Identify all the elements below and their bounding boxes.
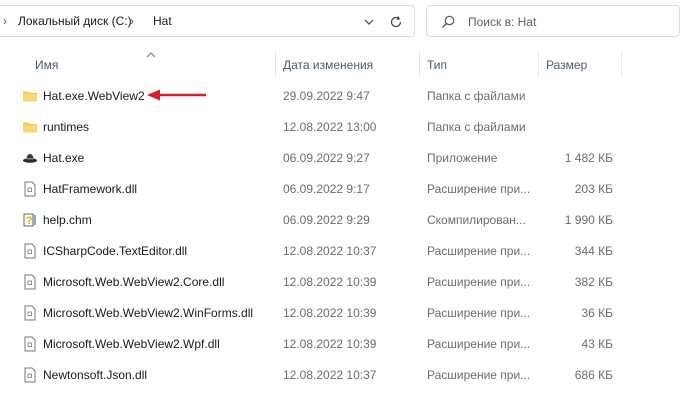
folder-icon [22, 119, 38, 135]
breadcrumb-local-disk[interactable]: Локальный диск (C:) [18, 14, 132, 28]
dll-file-icon [22, 305, 38, 321]
annotation-arrow-icon [146, 88, 208, 102]
file-date: 06.09.2022 9:29 [283, 213, 370, 227]
file-name: ICSharpCode.TextEditor.dll [43, 244, 188, 258]
table-row[interactable]: Microsoft.Web.WebView2.Wpf.dll 12.08.202… [0, 329, 680, 360]
table-row[interactable]: Hat.exe.WebView2 29.09.2022 9:47 Папка с… [0, 81, 680, 112]
file-date: 12.08.2022 10:37 [283, 244, 377, 258]
file-type: Расширение при... [427, 337, 531, 351]
breadcrumb-separator-icon[interactable]: › [3, 14, 7, 28]
file-date: 12.08.2022 10:39 [283, 337, 377, 351]
file-name: Microsoft.Web.WebView2.Core.dll [43, 275, 225, 289]
file-type: Расширение при... [427, 368, 531, 382]
file-name: HatFramework.dll [43, 182, 138, 196]
file-name: Hat.exe [43, 151, 85, 165]
file-name: runtimes [43, 120, 90, 134]
dll-file-icon [22, 243, 38, 259]
column-header-type[interactable]: Тип [427, 58, 447, 72]
file-size: 1 482 КБ [564, 151, 613, 165]
folder-icon [22, 88, 38, 104]
breadcrumb-separator-icon[interactable]: › [130, 14, 134, 28]
file-size: 344 КБ [574, 244, 613, 258]
file-type: Расширение при... [427, 244, 531, 258]
file-date: 12.08.2022 10:39 [283, 306, 377, 320]
dll-file-icon [22, 181, 38, 197]
column-divider[interactable] [419, 52, 420, 76]
table-row[interactable]: Hat.exe 06.09.2022 9:27 Приложение 1 482… [0, 143, 680, 174]
file-size: 203 КБ [574, 182, 613, 196]
column-header-name[interactable]: Имя [35, 58, 58, 72]
column-header-size[interactable]: Размер [546, 58, 587, 72]
column-divider[interactable] [621, 52, 622, 76]
table-row[interactable]: Newtonsoft.Json.dll 12.08.2022 10:37 Рас… [0, 360, 680, 391]
address-bar[interactable]: › Локальный диск (C:) › Hat [0, 5, 415, 37]
file-type: Расширение при... [427, 182, 531, 196]
file-name: Microsoft.Web.WebView2.WinForms.dll [43, 306, 254, 320]
file-size: 43 КБ [581, 337, 613, 351]
table-row[interactable]: Microsoft.Web.WebView2.Core.dll 12.08.20… [0, 267, 680, 298]
file-date: 06.09.2022 9:17 [283, 182, 370, 196]
file-date: 06.09.2022 9:27 [283, 151, 370, 165]
column-header-row: Имя Дата изменения Тип Размер [0, 52, 680, 76]
file-size: 382 КБ [574, 275, 613, 289]
svg-text:?: ? [26, 215, 33, 227]
table-row[interactable]: ? help.chm 06.09.2022 9:29 Скомпилирован… [0, 205, 680, 236]
column-header-date[interactable]: Дата изменения [283, 58, 373, 72]
file-type: Расширение при... [427, 275, 531, 289]
table-row[interactable]: HatFramework.dll 06.09.2022 9:17 Расшире… [0, 174, 680, 205]
search-placeholder[interactable]: Поиск в: Hat [468, 15, 536, 29]
search-icon [440, 14, 456, 30]
file-size: 1 990 КБ [564, 213, 613, 227]
table-row[interactable]: Microsoft.Web.WebView2.WinForms.dll 12.0… [0, 298, 680, 329]
breadcrumb-hat[interactable]: Hat [153, 14, 172, 28]
dll-file-icon [22, 274, 38, 290]
table-row[interactable]: runtimes 12.08.2022 13:00 Папка с файлам… [0, 112, 680, 143]
file-size: 686 КБ [574, 368, 613, 382]
top-bar: › Локальный диск (C:) › Hat Поиск в: Hat [0, 0, 680, 46]
file-date: 12.08.2022 10:37 [283, 368, 377, 382]
column-divider[interactable] [275, 52, 276, 76]
file-type: Папка с файлами [427, 89, 526, 103]
help-file-icon: ? [22, 212, 38, 228]
chevron-down-icon[interactable] [359, 12, 379, 32]
file-type: Папка с файлами [427, 120, 526, 134]
search-box[interactable]: Поиск в: Hat [426, 5, 680, 37]
file-size: 36 КБ [581, 306, 613, 320]
column-divider[interactable] [538, 52, 539, 76]
dll-file-icon [22, 336, 38, 352]
file-date: 12.08.2022 13:00 [283, 120, 377, 134]
refresh-icon[interactable] [386, 12, 406, 32]
file-name: Newtonsoft.Json.dll [43, 368, 148, 382]
hat-app-icon [22, 150, 38, 166]
file-name: Hat.exe.WebView2 [43, 89, 145, 103]
file-type: Расширение при... [427, 306, 531, 320]
table-row[interactable]: ICSharpCode.TextEditor.dll 12.08.2022 10… [0, 236, 680, 267]
file-name: help.chm [43, 213, 92, 227]
file-date: 29.09.2022 9:47 [283, 89, 370, 103]
dll-file-icon [22, 367, 38, 383]
file-type: Приложение [427, 151, 498, 165]
file-name: Microsoft.Web.WebView2.Wpf.dll [43, 337, 220, 351]
file-date: 12.08.2022 10:39 [283, 275, 377, 289]
file-type: Скомпилирован... [427, 213, 526, 227]
